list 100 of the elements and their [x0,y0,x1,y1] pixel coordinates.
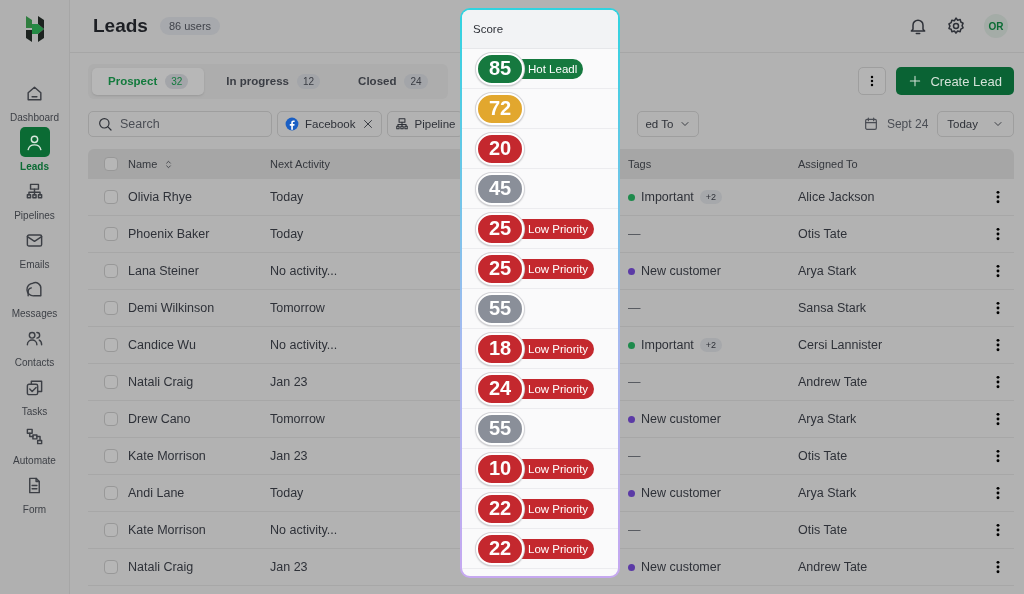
assignee-cell-text: Otis Tate [798,449,849,463]
checkbox[interactable] [104,301,118,315]
row-menu-button[interactable] [996,523,1000,537]
create-lead-button[interactable]: Create Lead [896,67,1014,95]
checkbox[interactable] [104,412,118,426]
user-avatar[interactable]: OR [984,14,1008,38]
filter-chip[interactable]: Facebook [277,111,382,137]
search-field[interactable]: Search [88,111,272,137]
assignee-cell-text: Arya Stark [798,264,858,278]
activity-cell-text: Jan 23 [270,375,309,389]
logo-icon [23,14,46,44]
sidebar-item[interactable]: Form [2,470,67,519]
sidebar-item[interactable]: Emails [2,225,67,274]
row-menu-button[interactable] [996,486,1000,500]
tag-label: Important [641,338,694,352]
score-badge: 55 [476,412,524,445]
row-menu-button[interactable] [996,227,1000,241]
plus-icon [908,74,923,88]
empty-tag: — [628,301,641,315]
checkbox[interactable] [104,486,118,500]
assignee-cell-text: Arya Stark [798,412,858,426]
assignee-cell-text: Otis Tate [798,227,849,241]
name-cell: Candice Wu [128,338,196,352]
sidebar-item[interactable]: Pipelines [2,176,67,225]
row-menu-button[interactable] [996,338,1000,352]
kebab-icon [996,412,1000,426]
name-cell: Natali Craig [128,560,194,574]
activity-cell-text: No activity... [270,264,339,278]
tab-count: 24 [404,73,428,89]
kebab-icon [996,486,1000,500]
count-badge: 86 users [159,17,221,35]
activity-cell-text: Tomorrow [270,412,326,426]
empty-tag: — [628,227,641,241]
score-badge: 72 [476,92,524,125]
column-header: Tags [627,158,653,170]
kebab-icon [996,338,1000,352]
column-header: Assigned To [798,158,859,170]
assignee-cell-text: Arya Stark [798,486,858,500]
column-header[interactable]: Name [128,158,175,170]
home-icon [25,83,44,103]
checkbox[interactable] [104,523,118,537]
kebab-icon [996,227,1000,241]
user-icon [25,132,44,152]
checkbox[interactable] [104,375,118,389]
assignee-cell-text: Andrew Tate [798,375,869,389]
row-menu-button[interactable] [996,560,1000,574]
row-menu-button[interactable] [996,412,1000,426]
empty-tag: — [628,523,641,537]
calendar-icon [862,116,879,132]
row-menu-button[interactable] [996,375,1000,389]
activity-cell-text: Tomorrow [270,301,326,315]
kebab-icon [996,301,1000,315]
settings-icon[interactable] [946,16,966,36]
close-icon[interactable] [361,118,374,130]
activity-cell-text: Today [270,190,305,204]
checkbox[interactable] [104,157,118,171]
column-header: Next Activity [270,158,331,170]
sidebar-item[interactable]: Messages [2,274,67,323]
score-badge: 55 [476,292,524,325]
filter-chip[interactable]: ed To [637,111,700,137]
tab[interactable]: Closed 24 [342,67,444,95]
score-badge: 22 [476,492,524,525]
sidebar-item[interactable]: Tasks [2,372,67,421]
sidebar-item[interactable]: Leads [2,127,67,176]
kebab-icon [996,560,1000,574]
page-title: Leads [93,15,148,37]
range-dropdown[interactable]: Today [937,111,1014,137]
tab[interactable]: Prospect 32 [92,67,205,95]
tab[interactable]: In progress 12 [210,67,337,95]
tag-label: New customer [641,264,721,278]
activity-cell-text: Jan 23 [270,560,309,574]
sidebar-item[interactable]: Contacts [2,323,67,372]
row-menu-button[interactable] [996,449,1000,463]
empty-tag: — [628,449,641,463]
name-cell: Phoenix Baker [128,227,210,241]
checkbox[interactable] [104,338,118,352]
checkbox[interactable] [104,227,118,241]
row-menu-button[interactable] [996,264,1000,278]
kebab-icon [996,375,1000,389]
more-tags-count: +2 [699,190,723,204]
name-cell: Kate Morrison [128,449,206,463]
empty-tag: — [628,375,641,389]
row-menu-button[interactable] [996,190,1000,204]
tag-label: New customer [641,560,721,574]
checkbox[interactable] [104,190,118,204]
score-badge: 18 [476,332,524,365]
name-cell: Andi Lane [128,486,185,500]
tab-count: 32 [165,73,189,89]
tag-label: New customer [641,412,721,426]
kebab-icon [996,264,1000,278]
row-menu-button[interactable] [996,301,1000,315]
checkbox[interactable] [104,264,118,278]
tab-count: 12 [297,73,321,89]
checkbox[interactable] [104,560,118,574]
sidebar-item[interactable]: Automate [2,421,67,470]
sidebar-item[interactable]: Dashboard [2,78,67,127]
assignee-cell-text: Andrew Tate [798,560,869,574]
name-cell: Olivia Rhye [128,190,192,204]
score-badge: 22 [476,532,524,565]
checkbox[interactable] [104,449,118,463]
